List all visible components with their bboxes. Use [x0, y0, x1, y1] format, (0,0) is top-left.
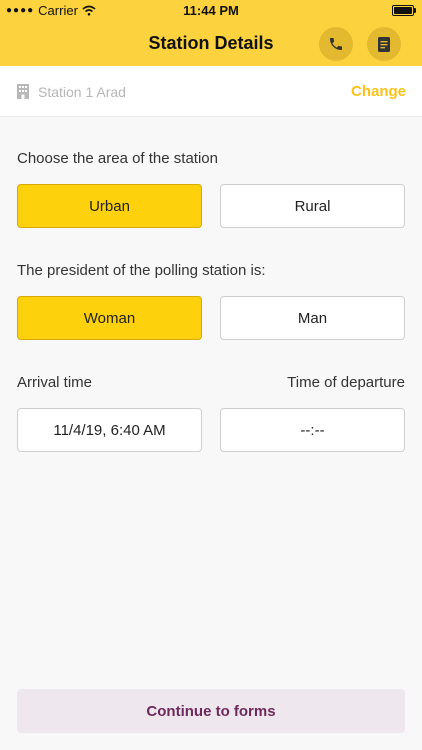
- departure-time-picker[interactable]: --:--: [220, 408, 405, 452]
- nav-header: ●●●● Carrier 11:44 PM Station Details: [0, 0, 422, 66]
- notes-icon: [378, 36, 390, 52]
- building-icon: [17, 84, 29, 99]
- arrival-time-label: Arrival time: [17, 374, 93, 391]
- station-bar: Station 1 Arad Change: [0, 66, 422, 117]
- change-station-link[interactable]: Change: [351, 83, 406, 100]
- president-option-man[interactable]: Man: [220, 296, 405, 340]
- page-title: Station Details: [148, 33, 274, 53]
- arrival-time-picker[interactable]: 11/4/19, 6:40 AM: [17, 408, 202, 452]
- phone-icon: [330, 38, 342, 50]
- area-option-rural[interactable]: Rural: [220, 184, 405, 228]
- continue-to-forms-button[interactable]: Continue to forms: [17, 689, 405, 733]
- president-question: The president of the polling station is:: [17, 262, 266, 279]
- area-option-urban[interactable]: Urban: [17, 184, 202, 228]
- clock: 11:44 PM: [183, 3, 239, 18]
- status-bar: ●●●● Carrier 11:44 PM: [0, 0, 422, 20]
- departure-time-label: Time of departure: [287, 374, 405, 391]
- notes-button[interactable]: [367, 27, 401, 61]
- president-option-woman[interactable]: Woman: [17, 296, 202, 340]
- battery-icon: [392, 5, 416, 16]
- station-name: Station 1 Arad: [38, 84, 126, 100]
- call-button[interactable]: [319, 27, 353, 61]
- area-question: Choose the area of the station: [17, 150, 218, 167]
